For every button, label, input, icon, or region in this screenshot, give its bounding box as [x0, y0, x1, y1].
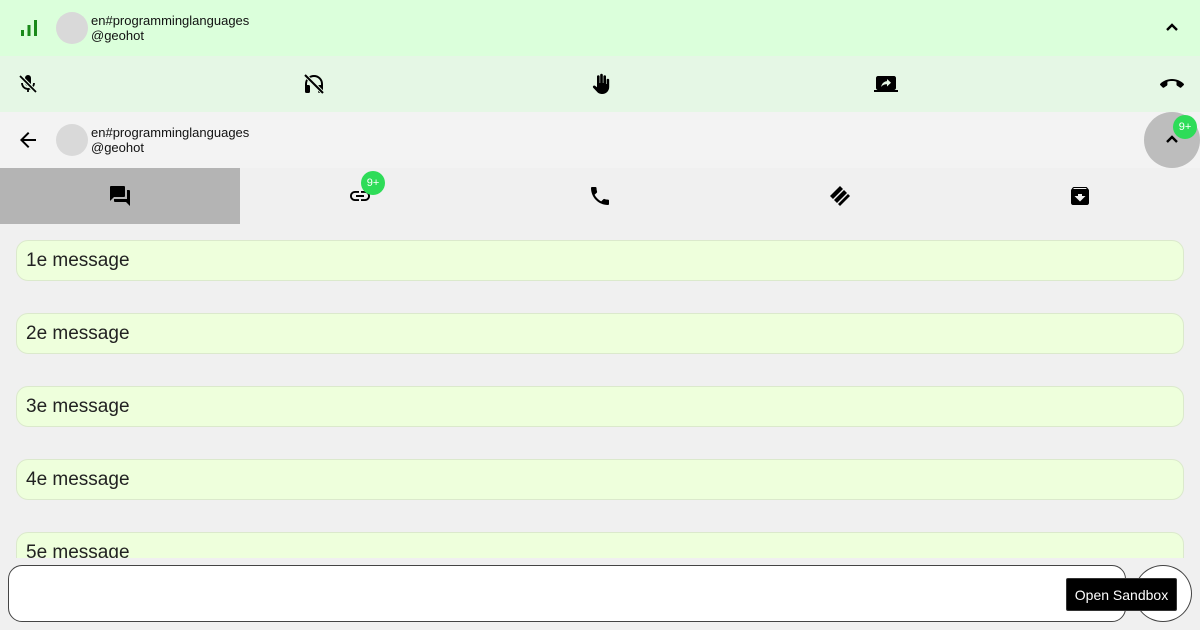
call-avatar[interactable] [56, 12, 88, 44]
hang-up-icon[interactable] [1160, 72, 1184, 96]
call-bar [0, 0, 1200, 56]
message-list[interactable]: 1e message 2e message 3e message 4e mess… [0, 224, 1200, 558]
headset-off-icon[interactable] [302, 72, 326, 96]
chat-channel-name: en#programminglanguages [91, 125, 250, 140]
chevron-up-icon[interactable] [1160, 16, 1184, 40]
open-sandbox-button[interactable]: Open Sandbox [1066, 578, 1177, 611]
tab-calls[interactable] [480, 168, 720, 224]
tab-messages[interactable] [0, 168, 240, 224]
handshake-icon [830, 186, 850, 206]
tab-links[interactable]: 9+ [240, 168, 480, 224]
screen-share-icon[interactable] [874, 72, 898, 96]
tab-archive[interactable] [960, 168, 1200, 224]
chat-avatar[interactable] [56, 124, 88, 156]
phone-icon [591, 187, 609, 205]
back-arrow-icon[interactable] [16, 128, 40, 152]
message-input[interactable] [8, 565, 1126, 622]
notification-badge: 9+ [1173, 115, 1197, 139]
message-item[interactable]: 5e message [16, 532, 1184, 558]
call-user-handle: @geohot [91, 28, 144, 43]
chat-tabs: 9+ [0, 168, 1200, 224]
links-badge: 9+ [361, 171, 385, 195]
chat-user-handle: @geohot [91, 140, 144, 155]
forum-icon [110, 186, 130, 206]
message-item[interactable]: 4e message [16, 459, 1184, 500]
message-item[interactable]: 1e message [16, 240, 1184, 281]
call-channel-name: en#programminglanguages [91, 13, 250, 28]
message-item[interactable]: 2e message [16, 313, 1184, 354]
tab-deals[interactable] [720, 168, 960, 224]
message-item[interactable]: 3e message [16, 386, 1184, 427]
raise-hand-icon[interactable] [589, 72, 613, 96]
chat-header [0, 112, 1200, 168]
signal-strength-icon [21, 20, 37, 36]
archive-icon [1071, 187, 1089, 205]
mic-off-icon[interactable] [16, 72, 40, 96]
